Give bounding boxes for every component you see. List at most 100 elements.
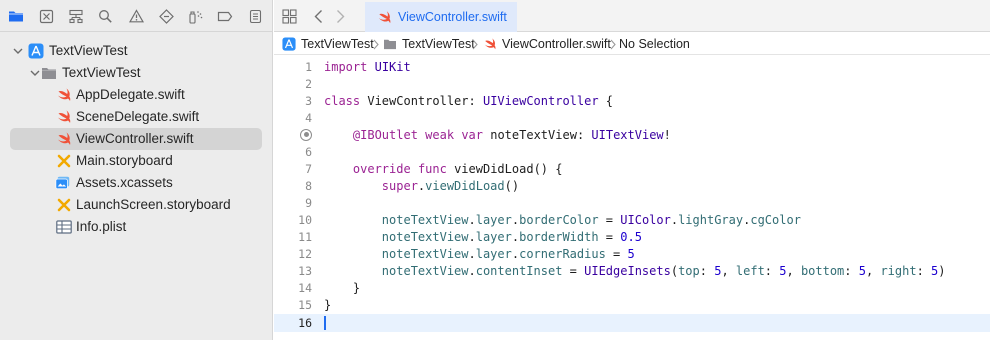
code-text: }: [324, 280, 361, 295]
chevron-right-icon: [372, 37, 380, 51]
tree-item-file[interactable]: SceneDelegate.swift: [0, 106, 273, 128]
code-line[interactable]: 1 import UIKit: [274, 58, 990, 75]
warning-icon[interactable]: [128, 8, 144, 24]
tree-item-label: Info.plist: [76, 219, 127, 234]
breadcrumb-label: TextViewTest: [402, 37, 475, 51]
code-line[interactable]: @IBOutlet weak var noteTextView: UITextV…: [274, 126, 990, 143]
line-number: 6: [305, 144, 312, 159]
line-number: 14: [298, 280, 312, 295]
asset-catalog-icon: [55, 175, 71, 191]
line-number: 9: [305, 195, 312, 210]
symbol-hierarchy-icon[interactable]: [68, 8, 84, 24]
line-number: 3: [305, 93, 312, 108]
code-line[interactable]: 15 }: [274, 296, 990, 313]
xcode-project-icon: [282, 37, 296, 51]
chevron-right-icon: [471, 37, 479, 51]
storyboard-file-icon: [56, 197, 72, 213]
chevron-down-icon[interactable]: [30, 68, 40, 78]
line-number: 11: [298, 229, 312, 244]
breadcrumb-file[interactable]: ViewController.swift: [483, 36, 611, 52]
code-line[interactable]: 2: [274, 75, 990, 92]
breadcrumb-project[interactable]: TextViewTest: [282, 36, 374, 52]
outlet-connection-icon[interactable]: [300, 128, 312, 141]
line-number: 1: [305, 59, 312, 74]
source-editor: ViewController.swift TextViewTest TextVi…: [274, 0, 990, 340]
plist-table-icon: [56, 219, 72, 235]
folder-icon: [41, 65, 57, 81]
tree-item-file[interactable]: AppDelegate.swift: [0, 84, 273, 106]
chevron-right-icon: [609, 37, 617, 51]
chevron-right-icon[interactable]: [332, 8, 348, 24]
code-line[interactable]: 7 override func viewDidLoad() {: [274, 160, 990, 177]
code-text: @IBOutlet weak var noteTextView: UITextV…: [352, 127, 671, 142]
breadcrumb-label: TextViewTest: [301, 37, 374, 51]
tree-item-group[interactable]: TextViewTest: [0, 62, 273, 84]
find-icon[interactable]: [97, 8, 113, 24]
code-line[interactable]: 14 }: [274, 279, 990, 296]
code-text: noteTextView.layer.borderColor = UIColor…: [381, 212, 801, 227]
tree-item-file[interactable]: Assets.xcassets: [0, 172, 273, 194]
tree-item-file[interactable]: Info.plist: [0, 216, 273, 238]
line-number: 4: [305, 110, 312, 125]
source-control-icon[interactable]: [38, 8, 54, 24]
report-icon[interactable]: [247, 8, 263, 24]
line-number: 10: [298, 212, 312, 227]
code-line[interactable]: 11 noteTextView.layer.borderWidth = 0.5: [274, 228, 990, 245]
folder-icon[interactable]: [8, 8, 24, 24]
navigator-toolbar: [0, 0, 273, 32]
code-line[interactable]: 13 noteTextView.contentInset = UIEdgeIns…: [274, 262, 990, 279]
debug-spray-icon[interactable]: [188, 8, 204, 24]
breakpoint-icon[interactable]: [217, 8, 233, 24]
breadcrumb-selection[interactable]: No Selection: [619, 36, 690, 52]
folder-icon: [383, 38, 397, 50]
line-number: 16: [298, 316, 312, 330]
swift-file-icon: [56, 87, 72, 103]
code-line[interactable]: 6: [274, 143, 990, 160]
code-line[interactable]: 8 super.viewDidLoad(): [274, 177, 990, 194]
tab-viewcontroller-swift[interactable]: ViewController.swift: [365, 2, 517, 32]
breadcrumb-group[interactable]: TextViewTest: [383, 36, 475, 52]
chevron-down-icon[interactable]: [13, 46, 23, 56]
code-text: import UIKit: [324, 59, 411, 74]
tree-item-label: SceneDelegate.swift: [76, 109, 200, 124]
swift-file-icon: [483, 37, 497, 51]
chevron-left-icon[interactable]: [310, 8, 326, 24]
grid-icon[interactable]: [281, 8, 297, 24]
test-diamond-icon[interactable]: [158, 8, 174, 24]
tree-item-label: LaunchScreen.storyboard: [76, 197, 231, 212]
tree-item-label: Assets.xcassets: [76, 175, 173, 190]
line-number: 12: [298, 246, 312, 261]
tree-item-file[interactable]: LaunchScreen.storyboard: [0, 194, 273, 216]
line-number: 13: [298, 263, 312, 278]
breadcrumb-label: No Selection: [619, 37, 690, 51]
tree-item-project[interactable]: TextViewTest: [0, 40, 273, 62]
code-line[interactable]: 3 class ViewController: UIViewController…: [274, 92, 990, 109]
code-area[interactable]: 1 import UIKit 2 3 class ViewController:…: [274, 58, 990, 340]
breadcrumb-label: ViewController.swift: [502, 37, 611, 51]
code-text: class ViewController: UIViewController {: [324, 93, 614, 108]
code-line[interactable]: 9: [274, 194, 990, 211]
code-line[interactable]: 12 noteTextView.layer.cornerRadius = 5: [274, 245, 990, 262]
line-number: 7: [305, 161, 312, 176]
storyboard-file-icon: [56, 153, 72, 169]
tree-item-label: Main.storyboard: [76, 153, 173, 168]
code-text: }: [324, 297, 332, 312]
tree-item-file[interactable]: Main.storyboard: [0, 150, 273, 172]
code-line-current[interactable]: 16: [274, 314, 990, 332]
code-text: super.viewDidLoad(): [381, 178, 520, 193]
code-text: override func viewDidLoad() {: [352, 161, 563, 176]
swift-file-icon: [377, 10, 392, 28]
tree-item-label: ViewController.swift: [76, 131, 194, 146]
tree-item-label: TextViewTest: [49, 43, 128, 58]
jump-bar: TextViewTest TextViewTest ViewController…: [274, 33, 990, 55]
xcode-project-icon: [28, 43, 44, 59]
tree-item-label: TextViewTest: [62, 65, 141, 80]
editor-tab-bar: ViewController.swift: [274, 0, 990, 32]
code-line[interactable]: 10 noteTextView.layer.borderColor = UICo…: [274, 211, 990, 228]
code-line[interactable]: 4: [274, 109, 990, 126]
code-text: noteTextView.layer.borderWidth = 0.5: [381, 229, 642, 244]
tree-item-file-selected[interactable]: ViewController.swift: [0, 128, 273, 150]
code-text: [324, 316, 326, 331]
line-number: 8: [305, 178, 312, 193]
swift-file-icon: [56, 109, 72, 125]
